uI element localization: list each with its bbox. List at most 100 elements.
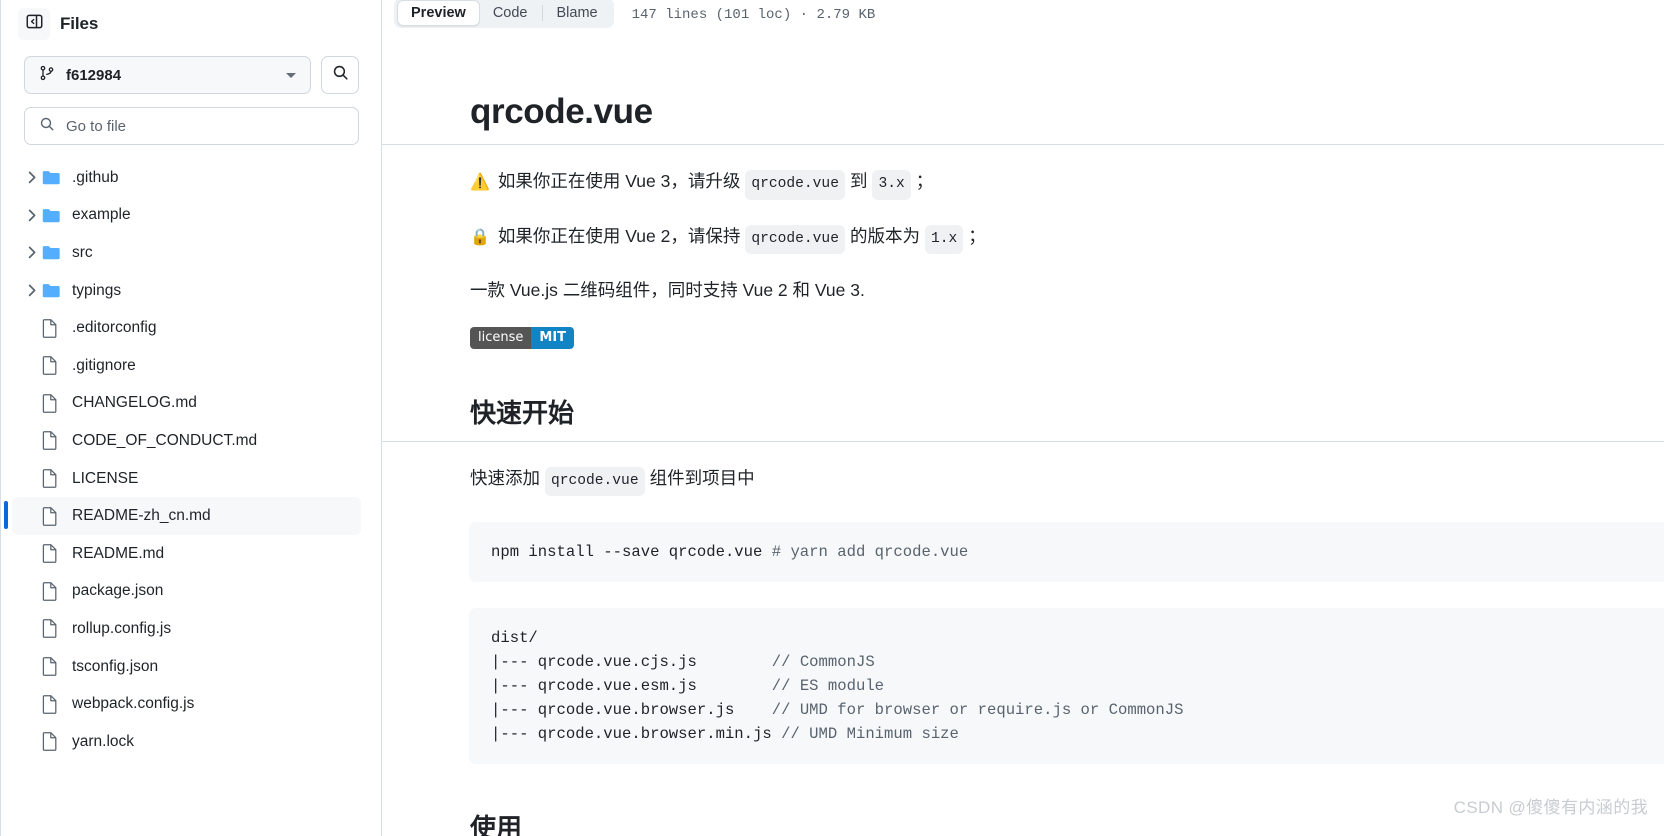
quickstart-line: 快速添加 qrcode.vue 组件到项目中 bbox=[470, 464, 1664, 497]
tree-item-label: yarn.lock bbox=[72, 732, 135, 750]
note-vue3-text-after: ； bbox=[915, 171, 934, 191]
tree-item-readme-md[interactable]: README.md bbox=[12, 535, 361, 573]
tree-item-label: README.md bbox=[72, 544, 165, 562]
tree-item-label: .gitignore bbox=[72, 356, 136, 374]
file-icon bbox=[42, 393, 66, 413]
branch-selector[interactable]: f612984 bbox=[24, 56, 311, 94]
tree-item-label: CODE_OF_CONDUCT.md bbox=[72, 431, 258, 449]
dist-line-comment: // UMD for browser or require.js or Comm… bbox=[771, 701, 1184, 720]
file-icon bbox=[42, 318, 66, 338]
tree-item-label: README-zh_cn.md bbox=[72, 507, 211, 525]
note-vue3-text-before: 如果你正在使用 Vue 3，请升级 bbox=[497, 171, 741, 191]
branch-name: f612984 bbox=[66, 66, 122, 84]
tree-item-label: CHANGELOG.md bbox=[72, 394, 197, 412]
tree-item-license[interactable]: LICENSE bbox=[12, 460, 361, 498]
sidebar-controls: f612984 bbox=[0, 48, 381, 94]
folder-icon bbox=[42, 244, 66, 261]
tab-code[interactable]: Code bbox=[480, 0, 541, 26]
quickstart-code-package: qrcode.vue bbox=[545, 466, 645, 497]
license-badge-label: license bbox=[470, 326, 532, 349]
intro-paragraph: 一款 Vue.js 二维码组件，同时支持 Vue 2 和 Vue 3. bbox=[470, 280, 865, 301]
heading-quickstart: 快速开始 bbox=[470, 397, 575, 428]
tree-item-github[interactable]: .github bbox=[12, 159, 361, 197]
chevron-right-icon[interactable] bbox=[22, 284, 42, 297]
note-vue2-text-before: 如果你正在使用 Vue 2，请保持 bbox=[497, 225, 741, 246]
dist-root: dist/ bbox=[491, 629, 538, 648]
note-vue2-text-after: ； bbox=[968, 225, 986, 246]
dist-line-path: |--- qrcode.vue.cjs.js bbox=[491, 653, 697, 672]
note-vue3-text-mid: 到 bbox=[849, 171, 868, 191]
license-badge-value: MIT bbox=[531, 326, 575, 349]
note-vue3-code-package: qrcode.vue bbox=[745, 170, 845, 200]
tree-item-gitignore[interactable]: .gitignore bbox=[12, 347, 361, 385]
search-icon bbox=[39, 116, 55, 137]
lock-icon: 🔒 bbox=[470, 226, 490, 246]
file-tree-sidebar: Files f612984 Go to file .github example… bbox=[0, 0, 382, 836]
sidebar-search-button[interactable] bbox=[321, 56, 359, 94]
tree-item-changelog-md[interactable]: CHANGELOG.md bbox=[12, 385, 361, 423]
sidebar-header: Files bbox=[0, 0, 381, 48]
chevron-right-icon[interactable] bbox=[22, 171, 42, 184]
tree-item-rollup-config-js[interactable]: rollup.config.js bbox=[12, 610, 361, 648]
quickstart-divider bbox=[382, 440, 1664, 442]
file-icon bbox=[42, 732, 66, 752]
note-vue2: 🔒 如果你正在使用 Vue 2，请保持 qrcode.vue 的版本为 1.x … bbox=[470, 222, 1664, 255]
tree-item-code-of-conduct-md[interactable]: CODE_OF_CONDUCT.md bbox=[12, 422, 361, 460]
sidebar-collapse-button[interactable] bbox=[18, 8, 50, 40]
folder-icon bbox=[42, 207, 66, 224]
chevron-right-icon[interactable] bbox=[22, 246, 42, 259]
tab-blame[interactable]: Blame bbox=[544, 0, 611, 26]
warning-icon: ⚠️ bbox=[470, 172, 490, 191]
note-vue2-code-package: qrcode.vue bbox=[745, 224, 845, 255]
tree-item-webpack-config-js[interactable]: webpack.config.js bbox=[12, 685, 361, 723]
tree-item-yarn-lock[interactable]: yarn.lock bbox=[12, 723, 361, 761]
tree-item-editorconfig[interactable]: .editorconfig bbox=[12, 309, 361, 347]
folder-icon bbox=[42, 169, 66, 186]
tab-divider bbox=[541, 5, 543, 21]
tree-item-readme-zh-cn-md[interactable]: README-zh_cn.md bbox=[4, 497, 361, 535]
tree-item-typings[interactable]: typings bbox=[12, 272, 361, 310]
dist-line-path: |--- qrcode.vue.browser.js bbox=[491, 701, 735, 720]
file-icon bbox=[42, 581, 66, 601]
tree-item-example[interactable]: example bbox=[12, 197, 361, 235]
tree-item-src[interactable]: src bbox=[12, 234, 361, 272]
license-badge[interactable]: license MIT bbox=[470, 326, 575, 349]
view-tabs: Preview Code Blame 147 lines (101 loc) ·… bbox=[382, 0, 1664, 30]
title-divider bbox=[382, 144, 1664, 145]
tree-item-label: rollup.config.js bbox=[72, 619, 172, 637]
file-icon bbox=[42, 619, 66, 639]
goto-file-placeholder: Go to file bbox=[66, 117, 127, 135]
tree-item-label: example bbox=[72, 206, 131, 224]
goto-file-input[interactable]: Go to file bbox=[24, 107, 359, 145]
git-branch-icon bbox=[39, 65, 55, 86]
markdown-document: qrcode.vue ⚠️ 如果你正在使用 Vue 3，请升级 qrcode.v… bbox=[382, 92, 1664, 836]
tree-item-tsconfig-json[interactable]: tsconfig.json bbox=[12, 648, 361, 686]
search-icon bbox=[332, 64, 349, 86]
install-comment: # yarn add qrcode.vue bbox=[771, 543, 969, 562]
tab-preview[interactable]: Preview bbox=[397, 0, 480, 26]
file-content-pane: Preview Code Blame 147 lines (101 loc) ·… bbox=[382, 0, 1664, 836]
install-command: npm install --save qrcode.vue bbox=[491, 543, 772, 562]
tree-item-label: LICENSE bbox=[72, 469, 139, 487]
dist-line-path: |--- qrcode.vue.browser.min.js bbox=[491, 725, 772, 744]
file-icon bbox=[42, 469, 66, 488]
note-vue3: ⚠️ 如果你正在使用 Vue 3，请升级 qrcode.vue 到 3.x ； bbox=[470, 167, 1664, 200]
chevron-right-icon[interactable] bbox=[22, 209, 42, 222]
tree-item-package-json[interactable]: package.json bbox=[12, 573, 361, 611]
dist-line-comment: // ES module bbox=[771, 677, 885, 696]
file-icon bbox=[42, 356, 66, 376]
sidebar-left-edge bbox=[0, 0, 1, 836]
tree-item-label: .editorconfig bbox=[72, 319, 157, 337]
page-title: qrcode.vue bbox=[470, 92, 653, 131]
file-icon bbox=[42, 431, 66, 451]
sidebar-collapse-icon bbox=[26, 13, 43, 35]
note-vue3-code-version: 3.x bbox=[872, 170, 911, 200]
install-code-block: npm install --save qrcode.vue # yarn add… bbox=[469, 522, 1664, 583]
view-tab-group: Preview Code Blame bbox=[394, 0, 614, 28]
file-icon bbox=[42, 506, 66, 526]
chevron-down-icon bbox=[286, 72, 296, 78]
tree-item-label: src bbox=[72, 243, 93, 261]
tree-item-label: webpack.config.js bbox=[72, 695, 195, 713]
note-vue2-code-version: 1.x bbox=[924, 224, 964, 255]
tree-item-label: .github bbox=[72, 168, 119, 186]
